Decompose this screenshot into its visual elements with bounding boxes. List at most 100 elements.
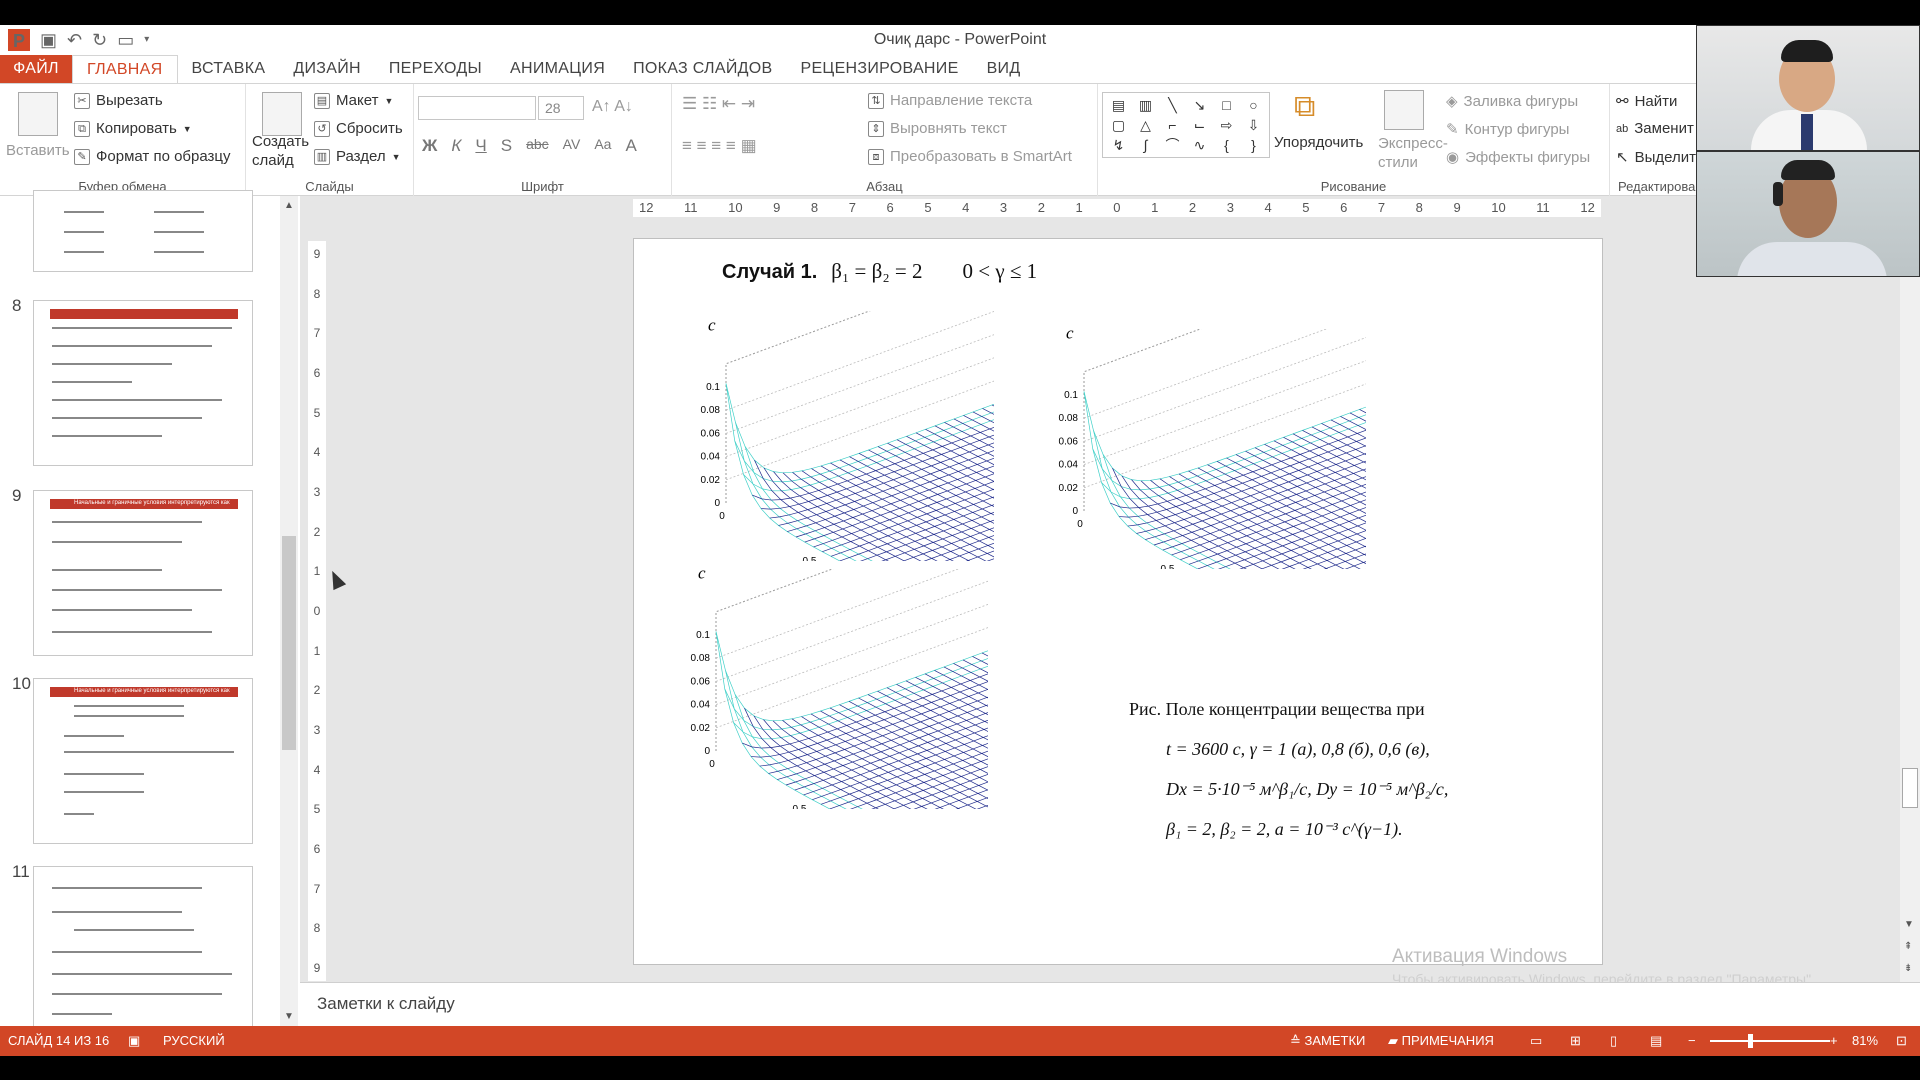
elbow-shape-icon[interactable]: ⌐ [1160,116,1185,134]
underline-button[interactable]: Ч [475,136,486,156]
next-slide-icon[interactable]: ⇟ [1904,963,1912,974]
comments-button[interactable]: ▰ ПРИМЕЧАНИЯ [1388,1033,1494,1049]
smartart-button[interactable]: ⧈ Преобразовать в SmartArt [868,148,1072,165]
editing-group: ⚯ Найти ab Заменит ↖ Выделит Редактирова [1610,84,1696,196]
paste-icon[interactable] [18,92,58,136]
brace-left-shape-icon[interactable]: { [1214,136,1239,154]
freeform-shape-icon[interactable]: ↯ [1106,136,1131,154]
arrange-button[interactable]: Упорядочить [1274,134,1363,151]
rightarrow-shape-icon[interactable]: ⇨ [1214,116,1239,134]
scroll-up-icon[interactable]: ▲ [284,200,294,211]
shape-fill-button[interactable]: ◈ Заливка фигуры [1446,92,1578,111]
slide-scrollbar[interactable]: ▼ ⇞ ⇟ [1900,196,1920,982]
slide-thumbnail-9[interactable]: Начальные и граничные условия интерпрети… [33,490,253,656]
oval-shape-icon[interactable]: ○ [1241,96,1266,114]
downarrow-shape-icon[interactable]: ⇩ [1241,116,1266,134]
find-button[interactable]: ⚯ Найти [1616,92,1677,111]
scrollbar-thumb[interactable] [282,536,296,750]
spellcheck-icon[interactable]: ▣ [128,1033,140,1049]
scribble-shape-icon[interactable]: ∫ [1133,136,1158,154]
fit-slide-icon[interactable]: ⊡ [1896,1033,1907,1049]
roundrect-shape-icon[interactable]: ▢ [1106,116,1131,134]
slide-thumbnail-10[interactable]: Начальные и граничные условия интерпрети… [33,678,253,844]
shape-outline-button[interactable]: ✎ Контур фигуры [1446,120,1569,139]
slide-canvas[interactable]: Случай 1. β₁ = β₂ = 2 0 < γ ≤ 1 0.1 0.08 0.0… [633,238,1603,965]
cut-button[interactable]: ✂ Вырезать [74,92,163,109]
slide-sorter-icon[interactable]: ⊞ [1570,1033,1581,1049]
notes-button[interactable]: ≙ ЗАМЕТКИ [1290,1033,1365,1049]
new-slide-icon[interactable] [262,92,302,136]
grow-font-icon[interactable]: A↑ A↓ [592,98,633,116]
brace-right-shape-icon[interactable]: } [1241,136,1266,154]
quick-styles-icon[interactable] [1384,90,1424,130]
copy-button[interactable]: ⧉ Копировать ▼ [74,120,192,137]
arrange-icon[interactable]: ⧉ [1294,90,1330,130]
thumbnails-scrollbar[interactable]: ▲ ▼ [280,196,298,1026]
ruler-tick: 0 [1113,200,1121,215]
section-button[interactable]: ▥ Раздел ▼ [314,148,401,165]
tab-insert[interactable]: ВСТАВКА [178,55,280,83]
font-color-button[interactable]: A [625,136,636,156]
align-text-button[interactable]: ⇕ Выровнять текст [868,120,1007,137]
font-size-combo[interactable]: 28 [538,96,584,120]
scrollbar-thumb[interactable] [1902,768,1918,808]
change-case-button[interactable]: Aa [594,136,611,156]
line-shape-icon[interactable]: ╲ [1160,96,1185,114]
quick-styles-button[interactable]: Экспресс-стили [1378,134,1448,172]
elbow2-shape-icon[interactable]: ⌙ [1187,116,1212,134]
zoom-slider[interactable] [1710,1040,1830,1042]
select-button[interactable]: ↖ Выделит [1616,148,1696,167]
arc-shape-icon[interactable]: ⌒ [1160,136,1185,154]
triangle-shape-icon[interactable]: △ [1133,116,1158,134]
strikethrough-button[interactable]: abc [526,136,549,156]
zoom-level[interactable]: 81% [1852,1033,1878,1048]
tab-transitions[interactable]: ПЕРЕХОДЫ [375,55,496,83]
scroll-down-icon[interactable]: ▼ [1904,919,1914,930]
reading-view-icon[interactable]: ▯ [1610,1033,1617,1049]
reset-button[interactable]: ↺ Сбросить [314,120,403,137]
italic-button[interactable]: К [451,136,461,156]
new-slide-button[interactable]: Создать слайд [252,132,309,170]
scroll-down-icon[interactable]: ▼ [284,1011,294,1022]
previous-slide-icon[interactable]: ⇞ [1904,941,1912,952]
align-buttons-icon[interactable]: ≡ ≡ ≡ ≡ ▦ [682,136,757,156]
bold-button[interactable]: Ж [422,136,437,156]
ruler-tick: 2 [1037,200,1045,215]
shape-effects-button[interactable]: ◉ Эффекты фигуры [1446,148,1590,167]
shapes-gallery[interactable]: ▤ ▥ ╲ ↘ □ ○ ▢ △ ⌐ ⌙ ⇨ ⇩ ↯ ∫ ⌒ ∿{} [1102,92,1270,158]
slideshow-view-icon[interactable]: ▤ [1650,1033,1662,1049]
font-family-combo[interactable] [418,96,536,120]
slide-thumbnail-8[interactable] [33,300,253,466]
slide-thumbnail-11[interactable] [33,866,253,1028]
zoom-in-icon[interactable]: + [1830,1033,1838,1048]
tab-review[interactable]: РЕЦЕНЗИРОВАНИЕ [786,55,972,83]
char-spacing-button[interactable]: AV [563,136,581,156]
arrow-shape-icon[interactable]: ↘ [1187,96,1212,114]
textbox-shape-icon[interactable]: ▤ [1106,96,1131,114]
curve-shape-icon[interactable]: ∿ [1187,136,1212,154]
paste-button[interactable]: Вставить [6,142,70,159]
layout-button[interactable]: ▤ Макет ▼ [314,92,393,109]
rect-shape-icon[interactable]: □ [1214,96,1239,114]
normal-view-icon[interactable]: ▭ [1530,1033,1542,1049]
tab-file[interactable]: ФАЙЛ [0,55,72,83]
zoom-out-icon[interactable]: − [1688,1033,1696,1048]
vtextbox-shape-icon[interactable]: ▥ [1133,96,1158,114]
text-direction-button[interactable]: ⇅ Направление текста [868,92,1032,109]
replace-button[interactable]: ab Заменит [1616,120,1694,137]
list-buttons-icon[interactable]: ☰ ☷ ⇤ ⇥ [682,94,755,114]
language-indicator[interactable]: РУССКИЙ [163,1033,225,1048]
notes-pane[interactable]: Заметки к слайду [300,982,1920,1026]
format-painter-button[interactable]: ✎ Формат по образцу [74,148,231,165]
tab-design[interactable]: ДИЗАЙН [279,55,375,83]
slide-thumbnail-7[interactable] [33,190,253,272]
slide-thumbnails-pane: 8 9 Начальные и граничные условия интерп… [0,190,300,1028]
tab-view[interactable]: ВИД [973,55,1035,83]
tab-home[interactable]: ГЛАВНАЯ [72,55,178,83]
strike-button[interactable]: S [501,136,512,156]
tab-animations[interactable]: АНИМАЦИЯ [496,55,619,83]
ruler-tick: 4 [1264,200,1272,215]
tab-slideshow[interactable]: ПОКАЗ СЛАЙДОВ [619,55,786,83]
zoom-slider-knob[interactable] [1748,1034,1753,1048]
surface-mesh-line [754,460,889,561]
